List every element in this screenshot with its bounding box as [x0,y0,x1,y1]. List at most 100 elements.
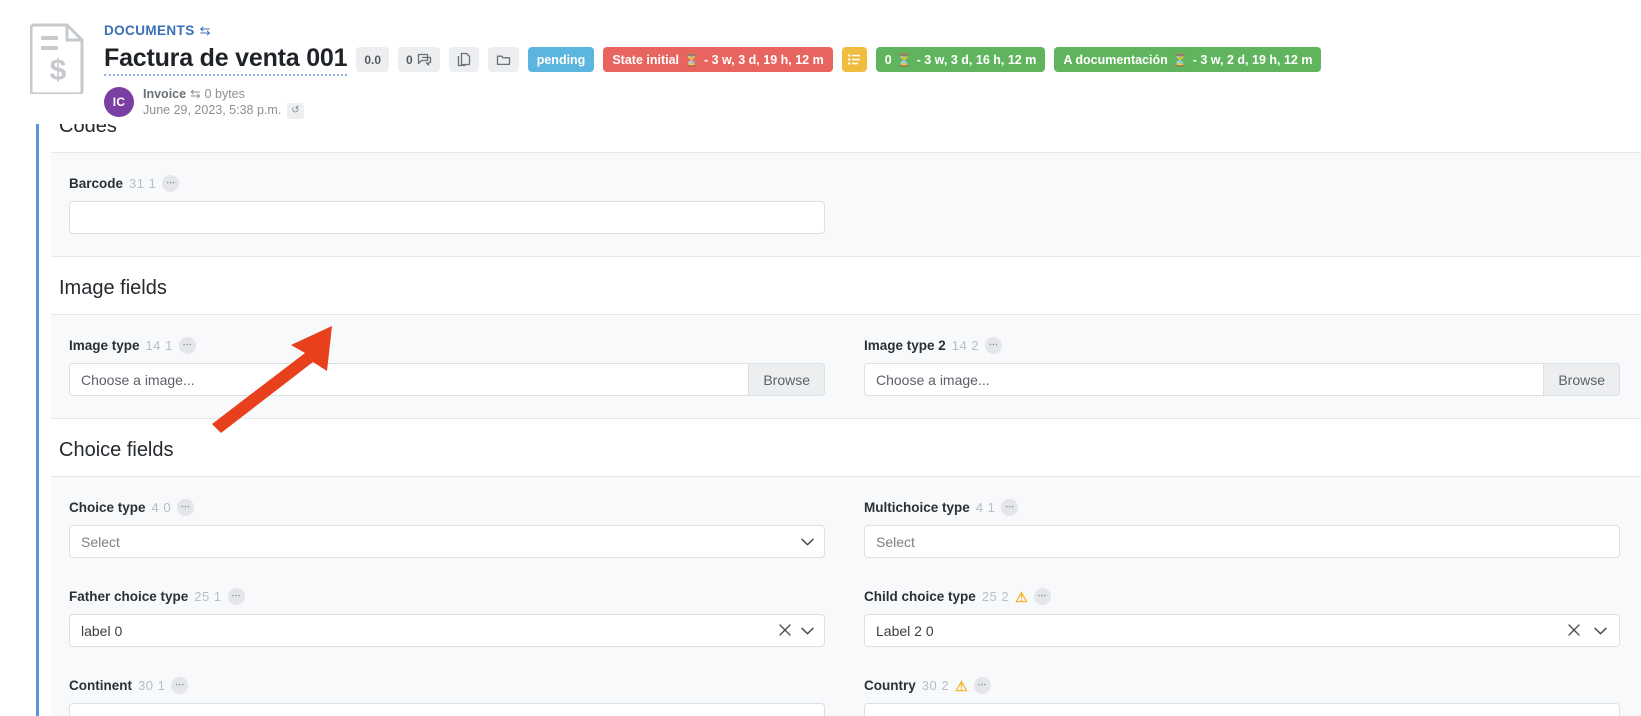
field-multichoice-type: Multichoice type 4 1 ⋯ Select [864,499,1620,558]
warning-icon: ⚠ [955,677,968,694]
field-label: Image type [69,337,140,353]
hourglass-icon: ⏳ [684,52,699,67]
choice-type-select-wrap: Select [69,525,825,558]
document-file-icon: $ [29,22,86,96]
image-type-file-input[interactable]: Choose a image... [69,363,749,396]
multichoice-type-value: Select [876,533,915,550]
child-choice-select-wrap: Label 2 0 [864,614,1620,647]
field-number: 25 2 [981,589,1010,604]
field-label: Image type 2 [864,337,946,353]
rating-value: 0.0 [364,52,382,67]
father-choice-value: label 0 [81,622,123,639]
image-type-2-placeholder: Choose a image... [876,371,990,388]
child-choice-select[interactable]: Label 2 0 [864,614,1620,647]
status-badge-zero[interactable]: 0 ⏳ - 3 w, 3 d, 16 h, 12 m [875,47,1046,72]
documentacion-label: A documentación [1063,52,1168,67]
father-choice-select[interactable]: label 0 [69,614,825,647]
country-select[interactable] [864,703,1620,716]
panel-choice-fields: Choice type 4 0 ⋯ Select Father choice t… [51,476,1641,716]
father-choice-select-wrap: label 0 [69,614,825,647]
continent-select[interactable] [69,703,825,716]
swap-icon: ⇆ [190,86,201,101]
comment-icon [417,53,431,66]
multichoice-type-select[interactable]: Select [864,525,1620,558]
field-father-choice-type: Father choice type 25 1 ⋯ label 0 [69,588,825,647]
field-options-icon[interactable]: ⋯ [1001,499,1019,516]
field-choice-type: Choice type 4 0 ⋯ Select [69,499,825,558]
panel-image-fields: Image type 14 1 ⋯ Choose a image... Brow… [51,314,1641,419]
image-type-placeholder: Choose a image... [81,371,195,388]
active-section-rail [36,124,39,716]
field-label: Country [864,677,916,693]
folder-button[interactable] [487,47,519,72]
form-scroll-area[interactable]: Codes Barcode 31 1 ⋯ Image fields Image … [0,124,1641,716]
status-badge-pending[interactable]: pending [527,47,595,72]
swap-icon[interactable]: ⇆ [200,24,211,37]
documentacion-time: - 3 w, 2 d, 19 h, 12 m [1192,52,1313,67]
clear-icon[interactable] [779,623,791,638]
field-image-type-2: Image type 2 14 2 ⋯ Choose a image... Br… [864,337,1620,396]
owner-name: Invoice [143,86,187,101]
state-initial-label: State initial [612,52,680,67]
section-title-codes: Codes [59,124,117,137]
created-date: June 29, 2023, 5:38 p.m. [143,103,282,118]
field-options-icon[interactable]: ⋯ [227,588,245,605]
choice-type-select[interactable]: Select [69,525,825,558]
field-number: 30 2 [921,678,950,693]
field-number: 30 1 [138,678,166,693]
field-options-icon[interactable]: ⋯ [985,337,1003,354]
field-options-icon[interactable]: ⋯ [162,175,180,192]
field-number: 14 2 [951,338,980,353]
rating-chip[interactable]: 0.0 [356,47,390,72]
multichoice-type-select-wrap: Select [864,525,1620,558]
barcode-input[interactable] [69,201,825,234]
field-options-icon[interactable]: ⋯ [1033,588,1051,605]
field-label: Father choice type [69,588,189,604]
field-options-icon[interactable]: ⋯ [973,677,991,694]
status-badge-documentacion[interactable]: A documentación ⏳ - 3 w, 2 d, 19 h, 12 m [1054,47,1322,72]
duplicate-button[interactable] [448,47,479,72]
breadcrumb[interactable]: DOCUMENTS ⇆ [104,24,1641,38]
zero-label: 0 [884,52,892,67]
field-number: 4 0 [151,500,172,515]
field-number: 14 1 [145,338,173,353]
field-options-icon[interactable]: ⋯ [177,499,195,516]
field-continent: Continent 30 1 ⋯ [69,677,825,716]
hourglass-icon: ⏳ [896,52,912,67]
svg-text:$: $ [50,54,67,87]
breadcrumb-label[interactable]: DOCUMENTS [104,24,195,38]
field-number: 4 1 [975,500,996,515]
field-barcode: Barcode 31 1 ⋯ [69,175,825,234]
field-child-choice-type: Child choice type 25 2 ⚠ ⋯ Label 2 0 [864,588,1620,647]
field-label: Continent [69,677,132,693]
field-label: Child choice type [864,588,976,604]
hourglass-icon: ⏳ [1172,52,1188,67]
section-title-image-fields: Image fields [59,277,167,299]
document-header: $ DOCUMENTS ⇆ Factura de venta 001 0.0 0 [0,0,1641,124]
comments-chip[interactable]: 0 [398,47,440,72]
folder-icon [496,55,510,66]
image-type-2-browse-button[interactable]: Browse [1543,363,1620,396]
comments-count: 0 [406,52,413,67]
file-size: 0 bytes [204,86,245,101]
image-type-2-file-input[interactable]: Choose a image... [864,363,1544,396]
page-title[interactable]: Factura de venta 001 [104,44,348,76]
avatar[interactable]: IC [104,87,134,118]
warning-icon: ⚠ [1015,588,1028,605]
avatar-initials: IC [112,95,126,110]
panel-codes: Barcode 31 1 ⋯ [51,152,1641,257]
field-options-icon[interactable]: ⋯ [171,677,189,694]
clear-icon[interactable] [1568,623,1580,638]
field-label: Choice type [69,499,146,515]
child-choice-value: Label 2 0 [876,622,934,639]
field-image-type: Image type 14 1 ⋯ Choose a image... Brow… [69,337,825,396]
image-type-browse-button[interactable]: Browse [748,363,825,396]
history-button[interactable]: ↺ [287,103,304,119]
section-title-choice-fields: Choice fields [59,439,174,461]
field-country: Country 30 2 ⚠ ⋯ [864,677,1620,716]
tasks-button[interactable] [841,47,867,72]
field-label: Multichoice type [864,499,970,515]
duplicate-icon [457,52,470,67]
status-badge-state-initial[interactable]: State initial ⏳ - 3 w, 3 d, 19 h, 12 m [603,47,833,72]
field-options-icon[interactable]: ⋯ [178,337,196,354]
